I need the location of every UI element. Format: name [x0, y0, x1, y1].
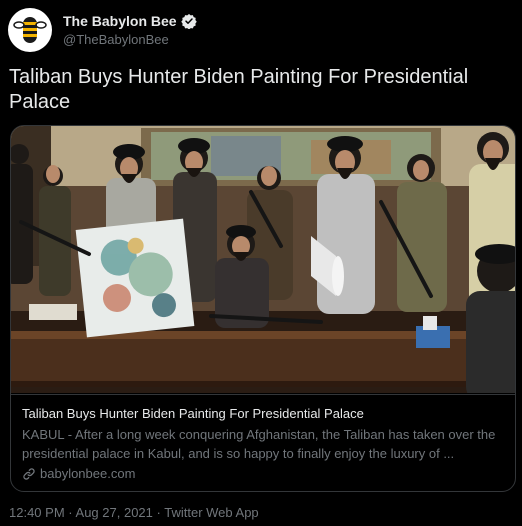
painting-on-easel: [75, 218, 195, 338]
tweet-meta: 12:40 PM · Aug 27, 2021 · Twitter Web Ap…: [9, 505, 259, 520]
tweet-date[interactable]: Aug 27, 2021: [76, 505, 153, 520]
link-card[interactable]: Taliban Buys Hunter Biden Painting For P…: [10, 125, 516, 492]
article-photo[interactable]: [11, 126, 515, 393]
card-domain-text: babylonbee.com: [40, 466, 136, 481]
account-handle[interactable]: @TheBabylonBee: [63, 32, 197, 47]
card-domain: babylonbee.com: [22, 466, 505, 481]
account-names: The Babylon Bee @TheBabylonBee: [63, 13, 197, 47]
card-body: Taliban Buys Hunter Biden Painting For P…: [11, 394, 515, 491]
display-name[interactable]: The Babylon Bee: [63, 13, 177, 29]
tweet-time[interactable]: 12:40 PM: [9, 505, 65, 520]
meta-separator: ·: [156, 505, 161, 520]
babylon-bee-logo-icon[interactable]: [8, 8, 52, 52]
tweet-source: Twitter Web App: [164, 505, 259, 520]
link-icon: [22, 467, 36, 481]
tweet-header: The Babylon Bee @TheBabylonBee: [8, 8, 508, 52]
card-description: KABUL - After a long week conquering Afg…: [22, 427, 496, 461]
tweet-text: Taliban Buys Hunter Biden Painting For P…: [9, 66, 469, 113]
verified-badge-icon: [180, 13, 197, 29]
display-name-row: The Babylon Bee: [63, 13, 197, 29]
meta-separator: ·: [68, 505, 73, 520]
card-title: Taliban Buys Hunter Biden Painting For P…: [22, 406, 364, 421]
